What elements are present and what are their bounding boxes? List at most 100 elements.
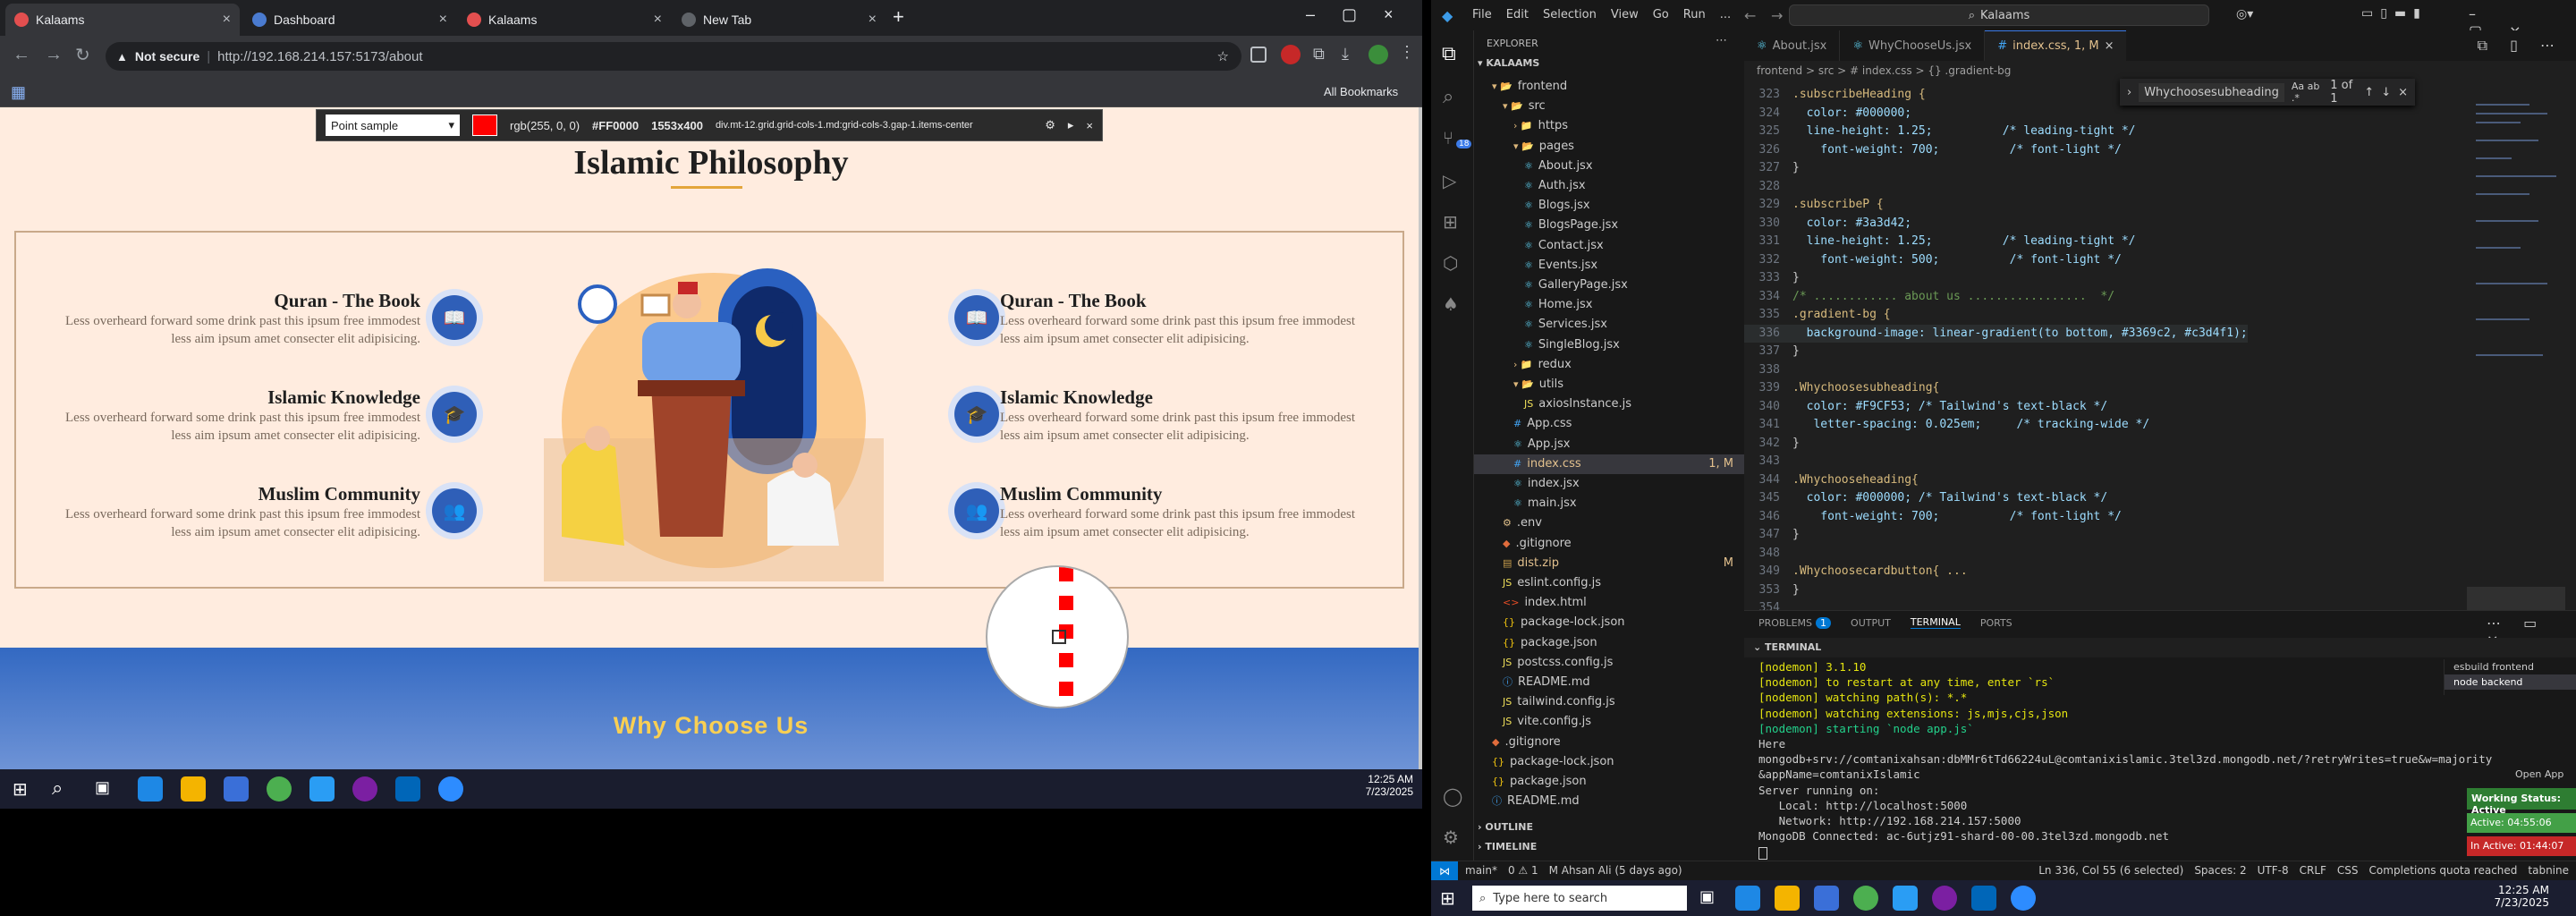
- store-icon[interactable]: [224, 776, 249, 802]
- file-tree-item[interactable]: ⚛ main.jsx: [1474, 494, 1744, 513]
- vscode-icon[interactable]: [1971, 886, 1996, 911]
- chrome-menu-icon[interactable]: ⋮: [1399, 43, 1415, 62]
- command-center-search[interactable]: ⌕ Kalaams: [1789, 4, 2209, 26]
- file-tree-item[interactable]: ▤ dist.zip M: [1474, 554, 1744, 573]
- source-control-icon[interactable]: ⑂: [1443, 127, 1453, 148]
- file-tree-item[interactable]: ⚛ About.jsx: [1474, 157, 1744, 176]
- file-tree-item[interactable]: ⚛ Auth.jsx: [1474, 176, 1744, 196]
- close-icon[interactable]: ×: [1086, 119, 1093, 132]
- back-arrow-icon[interactable]: ←: [13, 45, 30, 65]
- browser-tab-kalaams[interactable]: Kalaams ×: [5, 4, 240, 36]
- file-tree-item[interactable]: {} package-lock.json: [1474, 613, 1744, 632]
- tab-whychooseus-jsx[interactable]: ⚛ WhyChooseUs.jsx: [1840, 30, 1986, 61]
- git-blame[interactable]: M Ahsan Ali (5 days ago): [1549, 864, 1682, 877]
- account-icon[interactable]: ◯: [1443, 785, 1462, 807]
- file-tree-item[interactable]: ⚛ Events.jsx: [1474, 256, 1744, 276]
- file-tree-item[interactable]: {} package.json: [1474, 772, 1744, 792]
- nav-forward-icon[interactable]: →: [1771, 7, 1783, 24]
- file-tree-item[interactable]: ⚛ App.jsx: [1474, 435, 1744, 454]
- tab-about-jsx[interactable]: ⚛ About.jsx: [1744, 30, 1841, 61]
- menu-item[interactable]: Go: [1653, 8, 1669, 21]
- page-scrollbar[interactable]: [1419, 107, 1422, 769]
- edge-icon[interactable]: [1735, 886, 1760, 911]
- terminal-node[interactable]: node backend: [2445, 674, 2576, 690]
- forward-arrow-icon[interactable]: →: [45, 45, 63, 65]
- file-explorer-icon[interactable]: [1775, 886, 1800, 911]
- file-tree-item[interactable]: › 📁 redux: [1474, 355, 1744, 375]
- problems-status[interactable]: 0 ⚠ 1: [1508, 864, 1538, 877]
- play-icon[interactable]: ▸: [1068, 118, 1074, 132]
- file-tree-item[interactable]: ◆ .gitignore: [1474, 733, 1744, 752]
- store-icon[interactable]: [1814, 886, 1839, 911]
- file-tree-item[interactable]: JS postcss.config.js: [1474, 653, 1744, 673]
- file-tree-item[interactable]: ⚙ .env: [1474, 513, 1744, 533]
- copilot-icon[interactable]: [309, 776, 335, 802]
- chrome-icon[interactable]: [1853, 886, 1878, 911]
- taskbar-search-box[interactable]: ⌕ Type here to search: [1472, 886, 1687, 911]
- task-view-icon[interactable]: ▣: [1699, 887, 1715, 906]
- zoom-icon[interactable]: [2011, 886, 2036, 911]
- file-tree-item[interactable]: JS tailwind.config.js: [1474, 692, 1744, 712]
- search-icon[interactable]: ⌕: [52, 776, 63, 800]
- timeline-section[interactable]: › TIMELINE: [1478, 841, 1537, 852]
- status-item[interactable]: UTF-8: [2258, 864, 2289, 877]
- status-item[interactable]: CSS: [2337, 864, 2359, 877]
- menu-item[interactable]: View: [1611, 8, 1639, 21]
- open-app-link[interactable]: Open App: [2515, 768, 2563, 780]
- file-tree-item[interactable]: JS vite.config.js: [1474, 712, 1744, 732]
- file-tree-item[interactable]: ▾ 📂 src: [1474, 97, 1744, 116]
- branch-status[interactable]: main*: [1465, 864, 1497, 877]
- menu-item[interactable]: Edit: [1506, 8, 1529, 21]
- reload-icon[interactable]: ↻: [75, 44, 90, 66]
- puzzle-icon[interactable]: ⧉: [1313, 45, 1325, 64]
- file-tree-item[interactable]: ▾ 📂 frontend: [1474, 77, 1744, 97]
- github-desktop-icon[interactable]: [352, 776, 377, 802]
- status-item[interactable]: Ln 336, Col 55 (6 selected): [2038, 864, 2183, 877]
- status-item[interactable]: CRLF: [2300, 864, 2326, 877]
- outline-section[interactable]: › OUTLINE: [1478, 821, 1533, 833]
- file-tree-item[interactable]: JS axiosInstance.js: [1474, 394, 1744, 414]
- remote-explorer-icon[interactable]: ⬡: [1443, 252, 1458, 274]
- panel-tab[interactable]: PORTS: [1980, 617, 2012, 629]
- minimap[interactable]: [2467, 86, 2565, 610]
- terminal-esbuild[interactable]: esbuild frontend: [2445, 659, 2576, 674]
- copilot-icon[interactable]: ◎▾: [2236, 7, 2253, 21]
- status-item[interactable]: tabnine: [2528, 864, 2569, 877]
- colorpicker-extension-icon[interactable]: [1281, 45, 1301, 64]
- close-tab-icon[interactable]: ×: [869, 12, 877, 28]
- browser-tab-new-tab[interactable]: New Tab ×: [673, 4, 886, 36]
- browser-tab-dashboard[interactable]: Dashboard ×: [243, 4, 456, 36]
- tab-index-css[interactable]: # index.css, 1, M ×: [1985, 30, 2127, 61]
- panel-tab[interactable]: OUTPUT: [1851, 617, 1891, 629]
- file-tree-item[interactable]: {} package.json: [1474, 633, 1744, 653]
- file-tree-item[interactable]: # App.css: [1474, 414, 1744, 434]
- extensions-icon[interactable]: ⊞: [1443, 211, 1458, 233]
- menu-item[interactable]: Selection: [1543, 8, 1597, 21]
- task-view-icon[interactable]: ▣: [95, 778, 110, 797]
- file-tree-item[interactable]: ⚛ Services.jsx: [1474, 315, 1744, 335]
- gear-icon[interactable]: ⚙: [1045, 118, 1055, 132]
- file-tree-item[interactable]: ⚛ BlogsPage.jsx: [1474, 216, 1744, 235]
- menu-item[interactable]: ...: [1720, 8, 1731, 21]
- run-debug-icon[interactable]: ▷: [1443, 170, 1456, 191]
- browser-tab-kalaams-2[interactable]: Kalaams ×: [458, 4, 671, 36]
- status-item[interactable]: Spaces: 2: [2194, 864, 2246, 877]
- explorer-files-icon[interactable]: ⧉: [1442, 43, 1456, 65]
- edge-icon[interactable]: [138, 776, 163, 802]
- settings-gear-icon[interactable]: ⚙: [1443, 827, 1459, 848]
- menu-item[interactable]: Run: [1683, 8, 1706, 21]
- chrome-icon[interactable]: [267, 776, 292, 802]
- more-actions-icon[interactable]: ⋯: [1716, 34, 1727, 47]
- file-tree-item[interactable]: › 📁 https: [1474, 116, 1744, 136]
- file-tree-item[interactable]: ⚛ Home.jsx: [1474, 295, 1744, 315]
- windows-start-icon[interactable]: ⊞: [13, 778, 28, 801]
- panel-tab[interactable]: TERMINAL: [1910, 616, 1961, 629]
- file-tree-item[interactable]: ⚛ index.jsx: [1474, 474, 1744, 494]
- file-tree-item[interactable]: JS eslint.config.js: [1474, 573, 1744, 593]
- close-tab-icon[interactable]: ×: [439, 12, 447, 28]
- search-icon[interactable]: ⌕: [1443, 86, 1453, 108]
- panel-tab[interactable]: PROBLEMS: [1758, 617, 1812, 629]
- zoom-icon[interactable]: [438, 776, 463, 802]
- workspace-root[interactable]: ▾ KALAAMS: [1478, 57, 1539, 69]
- file-tree-item[interactable]: <> index.html: [1474, 593, 1744, 613]
